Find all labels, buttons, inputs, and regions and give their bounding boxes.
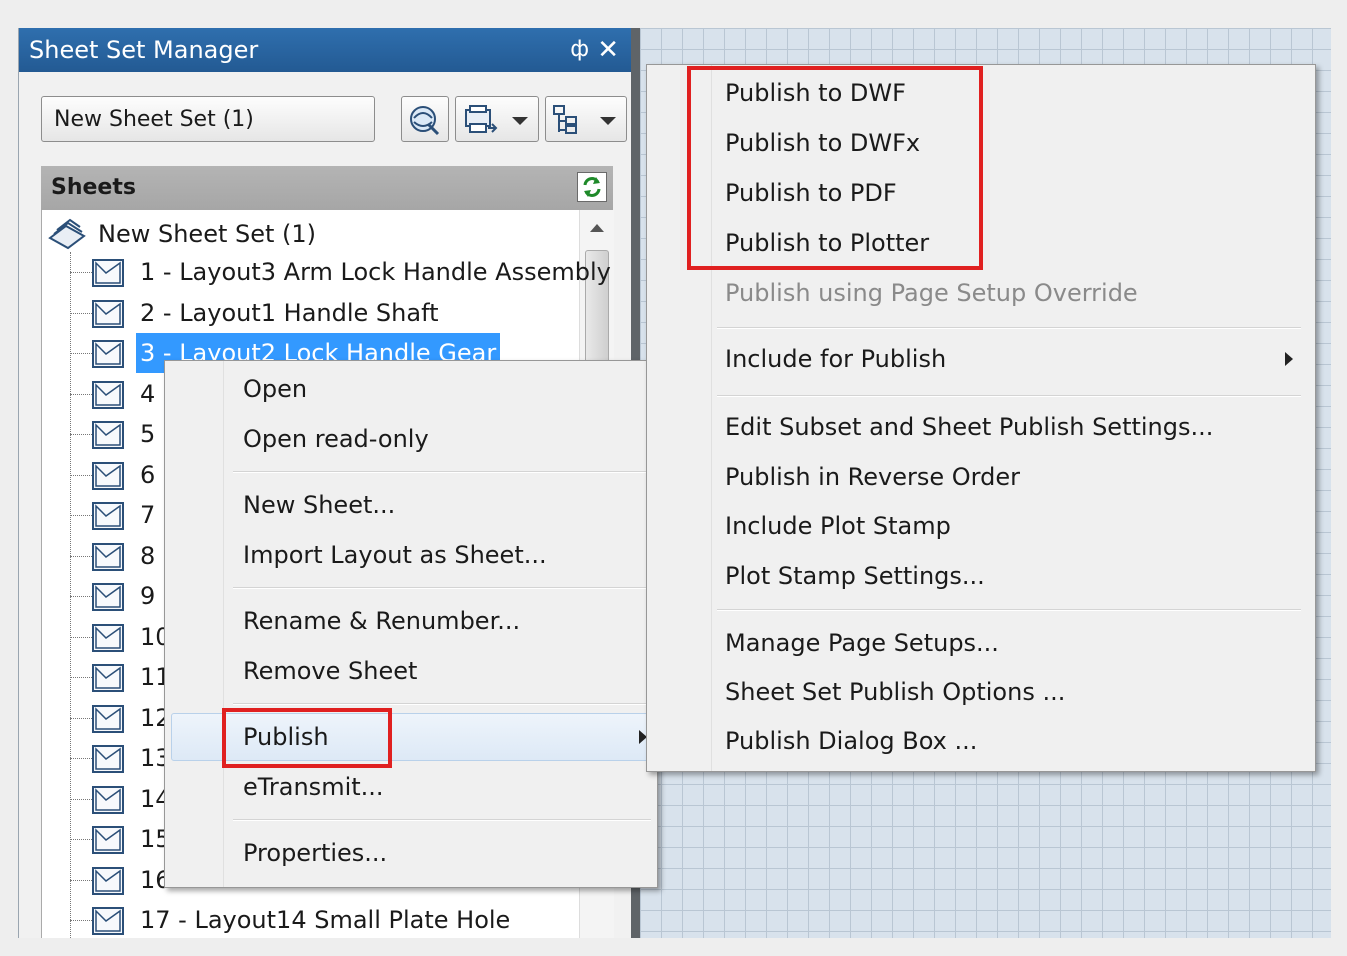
sheet-context-menu: Open Open read-only New Sheet... Import … (164, 360, 658, 888)
sheets-tab-header: Sheets (41, 166, 613, 210)
tree-connector (70, 393, 92, 395)
menu-separator (717, 609, 1301, 611)
tree-root-label: New Sheet Set (1) (98, 220, 317, 248)
tree-connector (70, 798, 92, 800)
tree-connector (70, 839, 92, 840)
menu-item-new-sheet[interactable]: New Sheet... (243, 485, 395, 525)
menu-item-edit-subset[interactable]: Edit Subset and Sheet Publish Settings..… (725, 407, 1213, 447)
menu-item-open[interactable]: Open (243, 369, 307, 409)
menu-item-plot-stamp-settings[interactable]: Plot Stamp Settings... (725, 556, 985, 596)
menu-item-plot-stamp[interactable]: Include Plot Stamp (725, 506, 951, 546)
screenshot-frame: Sheet Set Manager ф ✕ New Sheet Set (1) (18, 28, 1331, 938)
submenu-arrow-icon (1285, 352, 1293, 366)
tree-connector (70, 879, 92, 881)
publish-button[interactable] (401, 96, 449, 142)
sheets-label: Sheets (51, 175, 136, 200)
scroll-up-icon[interactable] (590, 224, 604, 232)
sheet-set-icon (48, 218, 86, 250)
menu-item-remove-sheet[interactable]: Remove Sheet (243, 651, 417, 691)
tree-connector (70, 636, 92, 638)
menu-item-rename-renumber[interactable]: Rename & Renumber... (243, 601, 520, 641)
sheet-row-label: 1 - Layout3 Arm Lock Handle Assembly (140, 258, 611, 286)
tree-connector (70, 312, 92, 314)
publish-highlight-box (222, 708, 392, 768)
chevron-down-icon (512, 117, 528, 125)
menu-item-properties[interactable]: Properties... (243, 833, 387, 873)
publish-icon (410, 106, 440, 136)
refresh-icon[interactable] (577, 172, 607, 202)
menu-item-publish-dialog-box[interactable]: Publish Dialog Box ... (725, 721, 977, 761)
tree-connector (70, 353, 92, 354)
sheet-icon (92, 907, 124, 938)
tree-connector (70, 758, 92, 759)
menu-separator (233, 703, 651, 705)
menu-item-open-read-only[interactable]: Open read-only (243, 419, 429, 459)
tree-connector (70, 596, 92, 597)
panel-title-bar: Sheet Set Manager ф ✕ (19, 28, 631, 72)
chevron-down-icon (600, 117, 616, 125)
view-options-button[interactable] (545, 96, 627, 142)
sheet-row-label: 2 - Layout1 Handle Shaft (140, 298, 439, 327)
menu-item-etransmit[interactable]: eTransmit... (243, 767, 384, 807)
menu-item-import-layout[interactable]: Import Layout as Sheet... (243, 535, 547, 575)
publish-dropdown-button[interactable] (455, 96, 539, 142)
menu-separator (717, 327, 1301, 329)
sheet-row[interactable]: 17 - Layout14 Small Plate Hole (42, 900, 578, 938)
menu-gutter (165, 361, 224, 887)
tree-connector (70, 474, 92, 476)
tree-connector (70, 717, 92, 719)
tree-connector (70, 920, 92, 921)
tree-connector (70, 515, 92, 516)
pin-icon[interactable]: ф (570, 28, 589, 72)
sheet-set-selector[interactable]: New Sheet Set (1) (41, 96, 375, 142)
menu-item-manage-page-setups[interactable]: Manage Page Setups... (725, 623, 999, 663)
publish-options-highlight-box (687, 66, 983, 270)
menu-separator (717, 395, 1301, 397)
view-icon (553, 105, 577, 134)
tree-connector (70, 272, 92, 273)
menu-item-publish-options[interactable]: Sheet Set Publish Options ... (725, 672, 1065, 712)
sheet-row[interactable]: 1 - Layout3 Arm Lock Handle Assembly (42, 252, 611, 292)
tree-connector (70, 677, 92, 678)
panel-title: Sheet Set Manager (29, 36, 259, 64)
close-icon[interactable]: ✕ (597, 28, 619, 72)
menu-item-include-for-publish[interactable]: Include for Publish (725, 339, 946, 379)
menu-item-page-setup-override: Publish using Page Setup Override (725, 279, 1138, 307)
sheet-row-label: 17 - Layout14 Small Plate Hole (140, 906, 511, 934)
tree-connector (70, 434, 92, 435)
publish-dropdown-icon (465, 105, 498, 133)
menu-separator (233, 471, 651, 473)
tree-connector (70, 555, 92, 557)
menu-item-reverse-order[interactable]: Publish in Reverse Order (725, 457, 1020, 497)
sheet-row[interactable]: 2 - Layout1 Handle Shaft (42, 293, 578, 333)
menu-separator (233, 587, 651, 589)
menu-separator (233, 819, 651, 821)
